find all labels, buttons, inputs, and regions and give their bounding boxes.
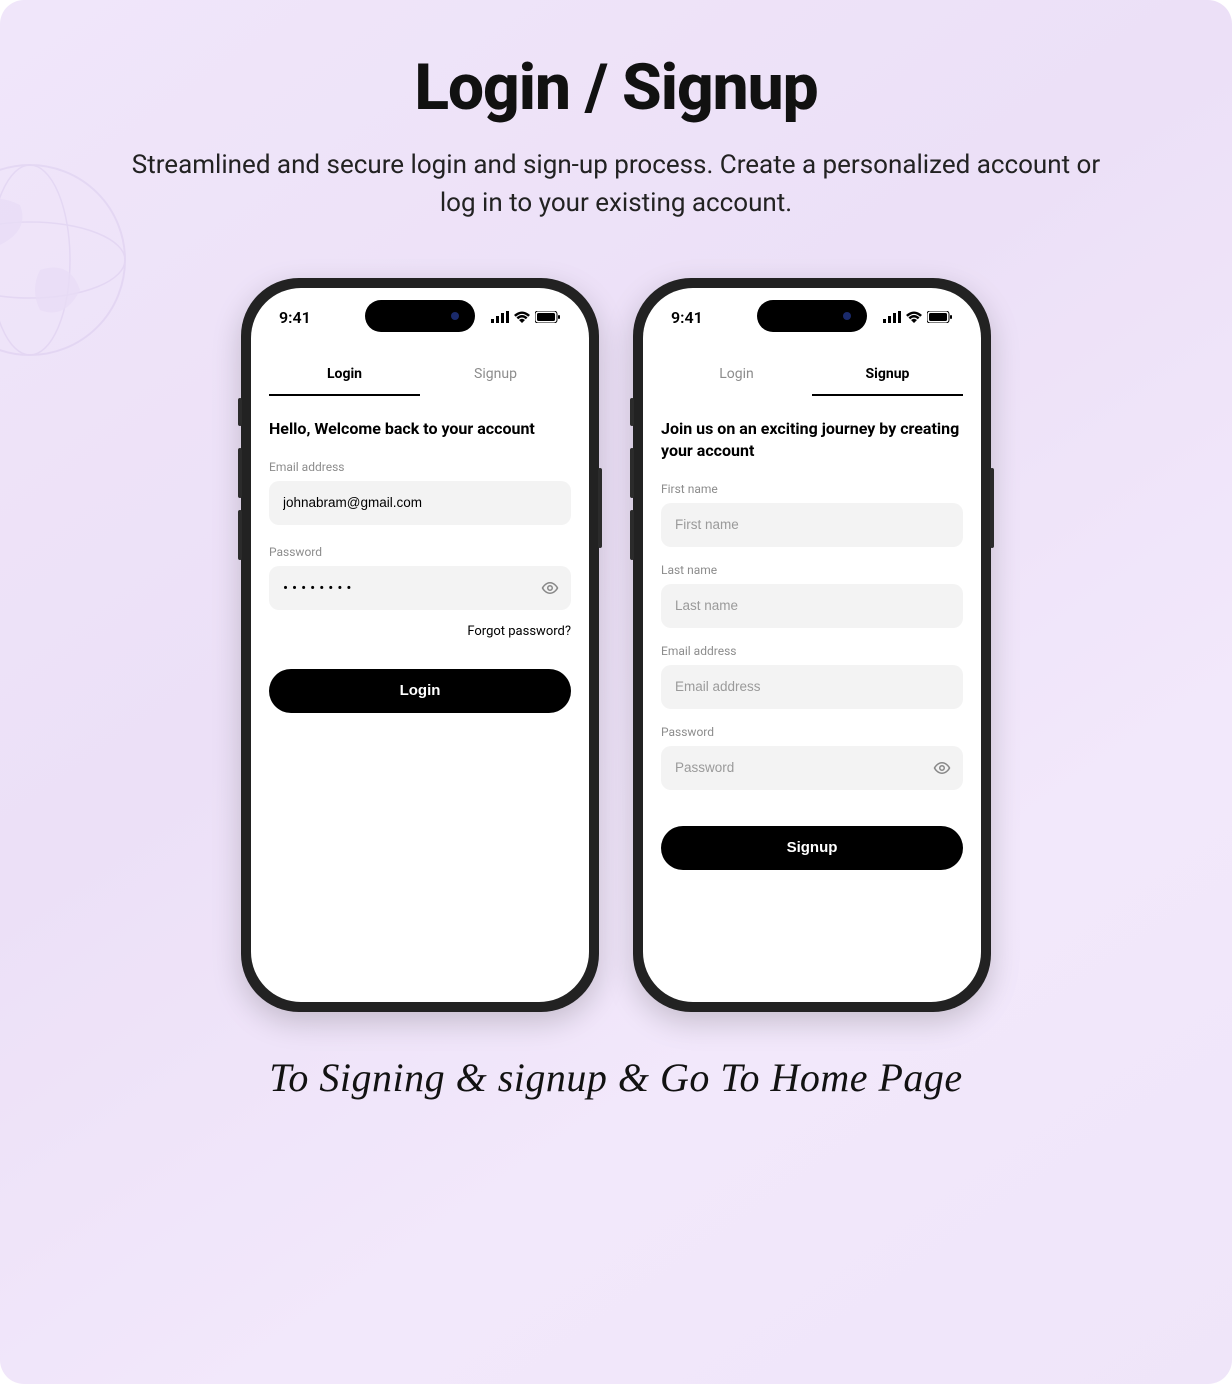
battery-icon xyxy=(535,311,561,323)
password-field[interactable] xyxy=(675,760,949,775)
tab-login[interactable]: Login xyxy=(269,354,420,396)
signup-button[interactable]: Signup xyxy=(661,826,963,870)
status-time: 9:41 xyxy=(671,308,703,327)
phones-row: 9:41 Login Signup Hello, Welcome back to… xyxy=(0,278,1232,1012)
password-label: Password xyxy=(269,545,571,559)
bottom-caption: To Signing & signup & Go To Home Page xyxy=(0,1054,1232,1101)
eye-icon[interactable] xyxy=(541,579,559,597)
phone-signup: 9:41 Login Signup Join us on an exciting… xyxy=(633,278,991,1012)
login-headline: Hello, Welcome back to your account xyxy=(269,418,571,440)
last-name-label: Last name xyxy=(661,563,963,577)
tab-login[interactable]: Login xyxy=(661,354,812,396)
forgot-password-link[interactable]: Forgot password? xyxy=(269,624,571,639)
password-label: Password xyxy=(661,725,963,739)
page-title: Login / Signup xyxy=(120,50,1112,125)
email-field[interactable] xyxy=(283,495,557,510)
showcase-canvas: Login / Signup Streamlined and secure lo… xyxy=(0,0,1232,1384)
password-field[interactable]: •••••••• xyxy=(283,579,356,597)
tab-signup[interactable]: Signup xyxy=(812,354,963,396)
login-button[interactable]: Login xyxy=(269,669,571,713)
last-name-field[interactable] xyxy=(675,598,949,613)
page-subtitle: Streamlined and secure login and sign-up… xyxy=(120,147,1112,222)
battery-icon xyxy=(927,311,953,323)
email-field[interactable] xyxy=(675,679,949,694)
cellular-icon xyxy=(883,311,901,323)
tab-signup[interactable]: Signup xyxy=(420,354,571,396)
hero-section: Login / Signup Streamlined and secure lo… xyxy=(0,50,1232,222)
status-time: 9:41 xyxy=(279,308,311,327)
email-label: Email address xyxy=(661,644,963,658)
signup-headline: Join us on an exciting journey by creati… xyxy=(661,418,963,461)
wifi-icon xyxy=(906,311,922,323)
wifi-icon xyxy=(514,311,530,323)
phone-login: 9:41 Login Signup Hello, Welcome back to… xyxy=(241,278,599,1012)
email-label: Email address xyxy=(269,460,571,474)
first-name-label: First name xyxy=(661,482,963,496)
first-name-field[interactable] xyxy=(675,517,949,532)
phone-notch xyxy=(365,300,475,332)
cellular-icon xyxy=(491,311,509,323)
eye-icon[interactable] xyxy=(933,759,951,777)
phone-notch xyxy=(757,300,867,332)
auth-tabs: Login Signup xyxy=(269,354,571,396)
auth-tabs: Login Signup xyxy=(661,354,963,396)
